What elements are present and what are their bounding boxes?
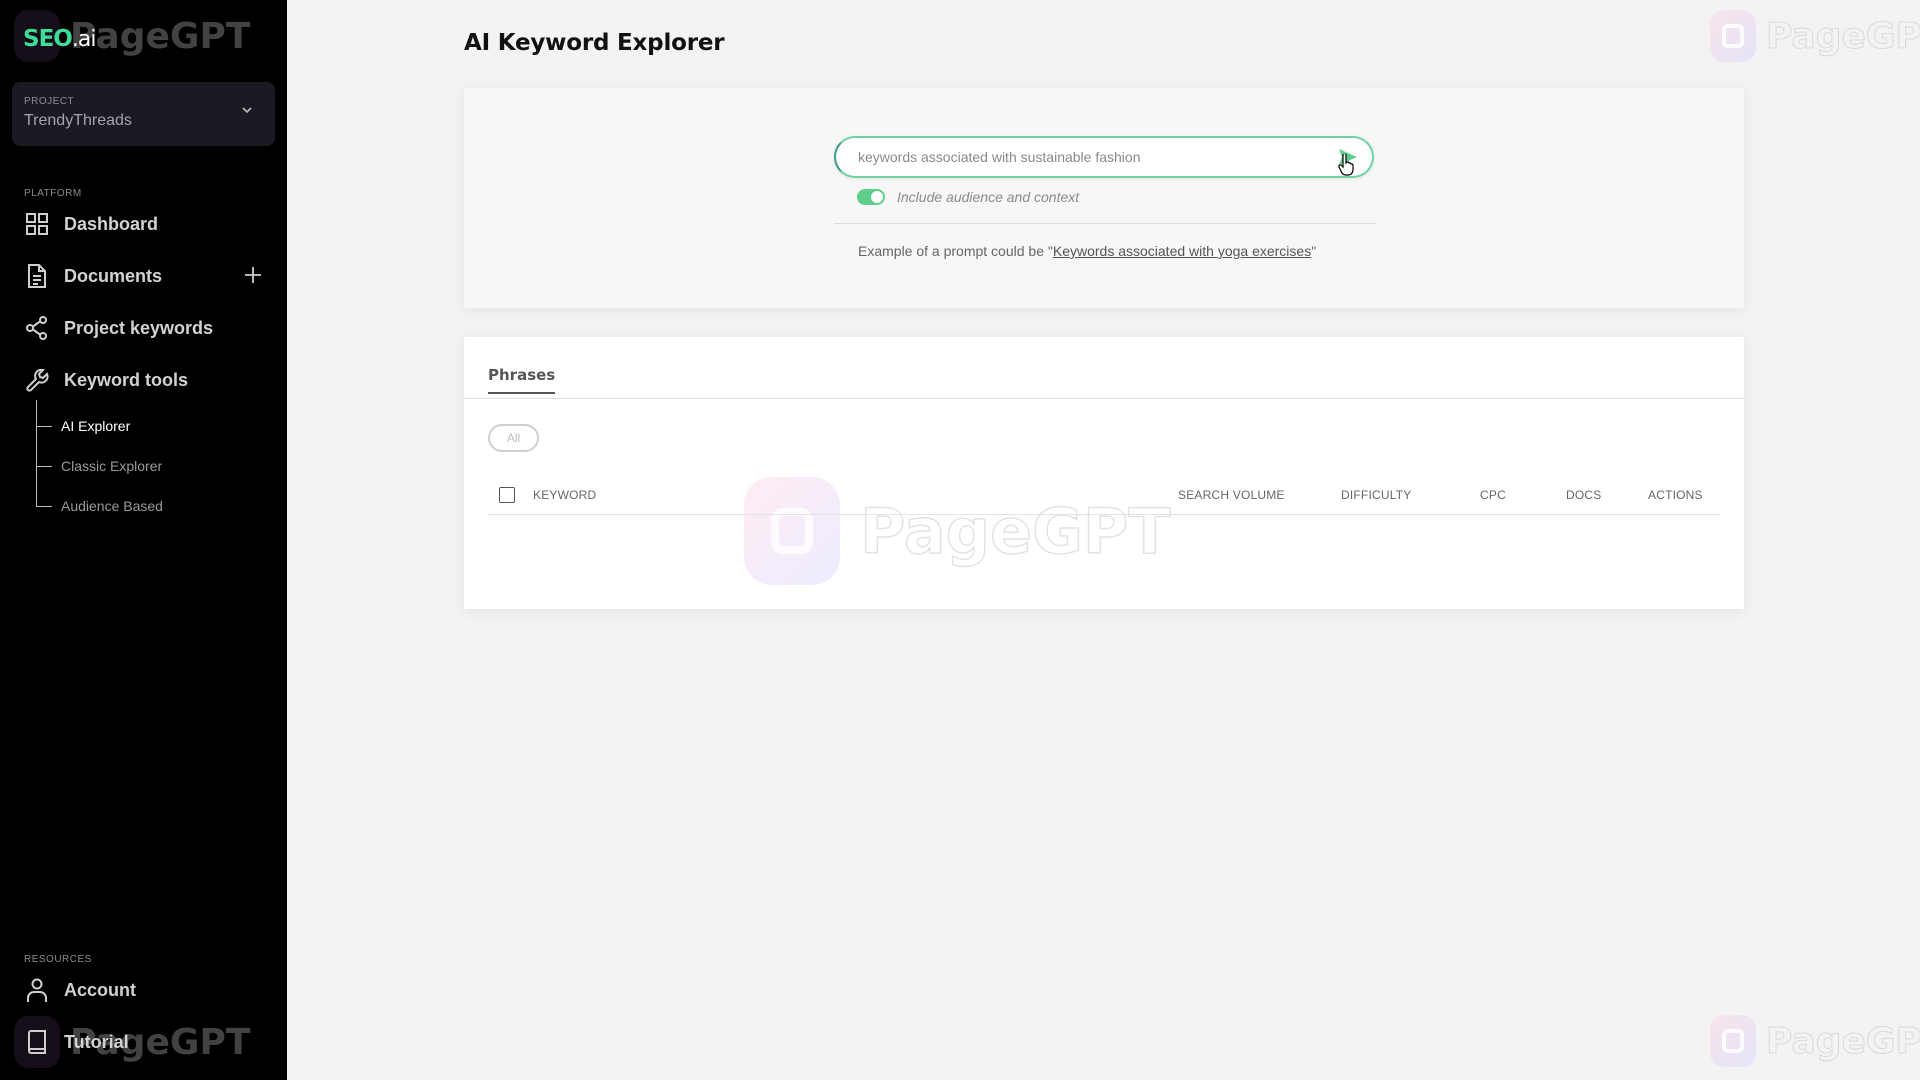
watermark-logo-icon [1710, 1015, 1756, 1067]
wrench-icon [24, 367, 50, 393]
document-icon [24, 263, 50, 289]
column-header-difficulty[interactable]: DIFFICULTY [1341, 488, 1411, 502]
sidebar-item-dashboard[interactable]: Dashboard [24, 206, 264, 242]
watermark: PageGPT [1710, 10, 1920, 62]
sidebar-item-label: Tutorial [64, 1031, 129, 1052]
divider [834, 223, 1376, 224]
section-label-resources: RESOURCES [24, 954, 92, 965]
project-selector[interactable]: PROJECT TrendyThreads [12, 82, 275, 146]
tree-line [36, 400, 37, 507]
column-header-cpc[interactable]: CPC [1480, 488, 1506, 502]
section-label-platform: PLATFORM [24, 188, 82, 199]
example-suffix: " [1311, 243, 1317, 259]
sidebar-subitem-classic-explorer[interactable]: Classic Explorer [61, 458, 162, 474]
app-logo[interactable]: SEO.ai [23, 26, 97, 52]
tree-branch [36, 466, 52, 467]
project-label: PROJECT [24, 96, 75, 107]
logo-text: SEO [23, 26, 73, 52]
sidebar-item-label: Documents [64, 265, 163, 286]
column-header-actions[interactable]: ACTIONS [1648, 488, 1703, 502]
logo-suffix: .ai [71, 27, 97, 52]
prompt-input[interactable] [858, 138, 1318, 176]
sidebar-item-label: Account [64, 979, 136, 1000]
watermark-text: PageGPT [70, 15, 251, 57]
example-prompt: Example of a prompt could be "Keywords a… [858, 243, 1316, 259]
column-header-keyword[interactable]: KEYWORD [533, 488, 596, 502]
project-name: TrendyThreads [24, 112, 132, 129]
send-icon[interactable] [1338, 148, 1358, 166]
watermark-logo-icon [1710, 10, 1756, 62]
book-icon [24, 1029, 50, 1055]
share-icon [24, 315, 50, 341]
sidebar-item-label: Keyword tools [64, 369, 189, 390]
chevron-down-icon [242, 107, 252, 114]
watermark-text: PageGPT [1765, 15, 1920, 57]
example-prompt-link[interactable]: Keywords associated with yoga exercises [1053, 243, 1311, 259]
search-card: Include audience and context Example of … [464, 88, 1744, 308]
table-header: KEYWORD SEARCH VOLUME DIFFICULTY CPC DOC… [488, 477, 1720, 515]
grid-icon [24, 211, 50, 237]
sidebar-item-label: Dashboard [64, 213, 159, 234]
sidebar-item-keyword-tools[interactable]: Keyword tools [24, 362, 264, 398]
filter-chip-all[interactable]: All [488, 424, 539, 452]
column-header-docs[interactable]: DOCS [1566, 488, 1601, 502]
results-card: Phrases All PageGPT KEYWORD SEARCH VOLUM… [464, 337, 1744, 609]
tree-branch [36, 506, 52, 507]
audience-toggle-label: Include audience and context [897, 189, 1080, 205]
sidebar-item-account[interactable]: Account [24, 972, 264, 1008]
page-title: AI Keyword Explorer [464, 30, 725, 56]
watermark: PageGPT [1710, 1015, 1920, 1067]
watermark-text: PageGPT [1765, 1020, 1920, 1062]
sidebar-subitem-ai-explorer[interactable]: AI Explorer [61, 418, 130, 434]
sidebar-subitem-audience-based[interactable]: Audience Based [61, 498, 163, 514]
sidebar-item-documents[interactable]: Documents [24, 258, 264, 294]
prompt-input-wrapper [834, 136, 1374, 178]
sidebar-item-label: Project keywords [64, 317, 214, 338]
audience-toggle-row: Include audience and context [857, 189, 1079, 205]
column-header-search-volume[interactable]: SEARCH VOLUME [1178, 488, 1285, 502]
user-icon [24, 977, 50, 1003]
sidebar: PageGPT SEO.ai PROJECT TrendyThreads PLA… [0, 0, 287, 1080]
sidebar-item-tutorial[interactable]: Tutorial [24, 1024, 264, 1060]
sidebar-item-project-keywords[interactable]: Project keywords [24, 310, 264, 346]
tab-divider [464, 398, 1744, 399]
plus-icon[interactable] [242, 264, 264, 286]
tab-phrases[interactable]: Phrases [488, 366, 556, 394]
tree-branch [36, 426, 52, 427]
example-prefix: Example of a prompt could be " [858, 243, 1053, 259]
audience-toggle[interactable] [857, 189, 885, 205]
select-all-checkbox[interactable] [499, 487, 515, 503]
